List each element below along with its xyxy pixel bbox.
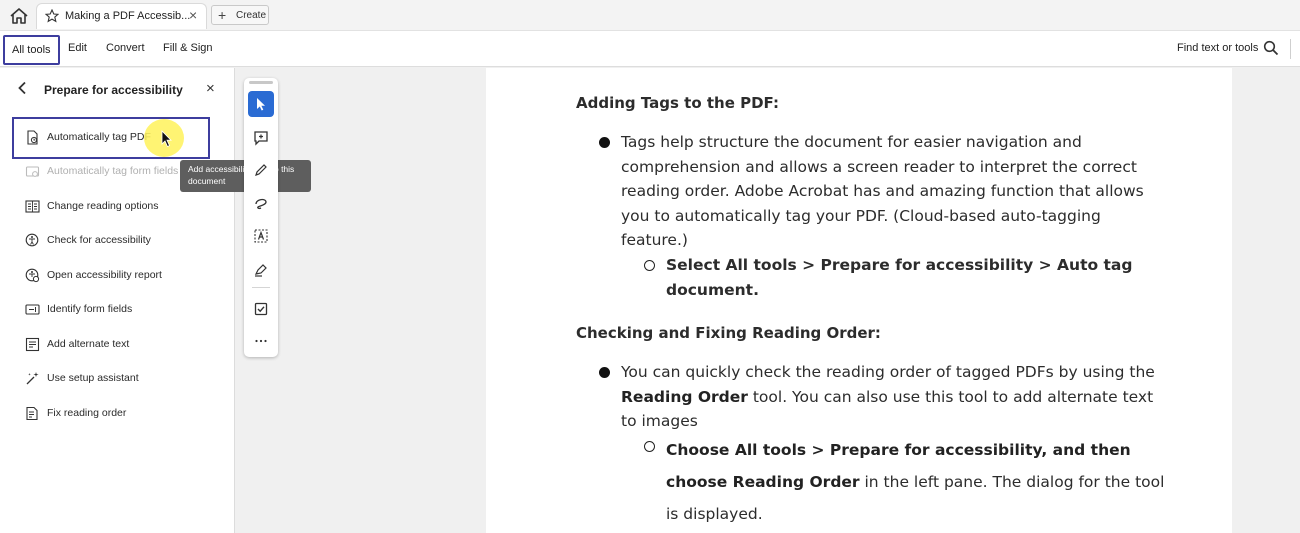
paragraph-reading-order: You can quickly check the reading order … bbox=[621, 360, 1155, 434]
panel-item-label: Add alternate text bbox=[47, 338, 130, 350]
text-select-button[interactable] bbox=[248, 223, 274, 249]
bold-text: choose Reading Order bbox=[666, 473, 860, 491]
menu-fill-sign[interactable]: Fill & Sign bbox=[163, 42, 213, 54]
paragraph-line: to images bbox=[621, 412, 698, 431]
more-tools-button[interactable] bbox=[248, 328, 274, 354]
panel-item-change-reading-options[interactable]: Change reading options bbox=[25, 198, 225, 216]
paragraph-line: you to automatically tag your PDF. (Clou… bbox=[621, 206, 1101, 225]
document-page: Adding Tags to the PDF: Tags help struct… bbox=[486, 68, 1232, 533]
document-tab[interactable]: Making a PDF Accessib... × bbox=[36, 3, 207, 29]
bold-text: Reading Order bbox=[621, 387, 748, 406]
panel-item-label: Check for accessibility bbox=[47, 234, 151, 246]
sub-paragraph-choose: Choose All tools > Prepare for accessibi… bbox=[666, 434, 1164, 530]
panel-item-use-setup-assistant[interactable]: Use setup assistant bbox=[25, 370, 225, 388]
menu-all-tools[interactable]: All tools bbox=[3, 35, 60, 65]
tab-title: Making a PDF Accessib... bbox=[65, 10, 191, 22]
highlight-tool-button[interactable] bbox=[248, 157, 274, 183]
create-label: Create bbox=[236, 10, 267, 21]
panel-item-identify-form-fields[interactable]: Identify form fields bbox=[25, 301, 225, 319]
bullet bbox=[599, 367, 610, 378]
form-fields-icon bbox=[25, 304, 40, 315]
panel-title: Prepare for accessibility bbox=[44, 83, 183, 97]
paragraph-line: You can quickly check the reading order … bbox=[621, 363, 1155, 381]
panel-item-label: Fix reading order bbox=[47, 407, 127, 419]
sub-line: Choose All tools > Prepare for accessibi… bbox=[666, 441, 1131, 459]
panel-item-open-accessibility-report[interactable]: Open accessibility report bbox=[25, 267, 225, 285]
close-panel-icon[interactable]: × bbox=[206, 80, 215, 97]
panel-item-check-accessibility[interactable]: Check for accessibility bbox=[25, 232, 225, 250]
setup-assistant-icon bbox=[26, 372, 39, 385]
create-button[interactable]: + Create bbox=[211, 5, 269, 25]
bullet bbox=[599, 137, 610, 148]
sub-line: is displayed. bbox=[666, 505, 763, 523]
sub-line: choose Reading Order in the left pane. T… bbox=[666, 466, 1164, 498]
menu-bar: All tools Edit Convert Fill & Sign Find … bbox=[0, 31, 1300, 67]
sub-paragraph-auto-tag: Select All tools > Prepare for accessibi… bbox=[666, 253, 1132, 302]
accessibility-report-icon bbox=[25, 268, 40, 283]
sub-bullet bbox=[644, 441, 655, 452]
star-icon[interactable] bbox=[44, 8, 60, 23]
text: tool. You can also use this tool to add … bbox=[747, 387, 1154, 406]
heading-reading-order: Checking and Fixing Reading Order: bbox=[576, 324, 881, 342]
checkbox-tool-button[interactable] bbox=[248, 296, 274, 322]
sub-bullet bbox=[644, 260, 655, 271]
paragraph-line: Tags help structure the document for eas… bbox=[621, 133, 1082, 151]
alt-text-icon bbox=[25, 337, 40, 352]
menu-edit[interactable]: Edit bbox=[68, 42, 87, 54]
heading-adding-tags: Adding Tags to the PDF: bbox=[576, 94, 779, 112]
add-comment-icon bbox=[254, 131, 268, 146]
highlight-icon bbox=[255, 164, 267, 176]
paragraph-line: Reading Order tool. You can also use thi… bbox=[621, 385, 1155, 410]
select-icon bbox=[257, 98, 265, 111]
draw-icon bbox=[255, 198, 267, 210]
plus-icon: + bbox=[218, 7, 227, 23]
sign-tool-button[interactable] bbox=[248, 257, 274, 283]
paragraph-line: comprehension and allows a screen reader… bbox=[621, 157, 1137, 176]
text: in the left pane. The dialog for the too… bbox=[859, 473, 1165, 491]
find-label[interactable]: Find text or tools bbox=[1177, 42, 1258, 54]
reading-options-icon bbox=[25, 200, 40, 213]
paragraph-line: reading order. Adobe Acrobat has and ama… bbox=[621, 182, 1144, 201]
panel-item-fix-reading-order[interactable]: Fix reading order bbox=[25, 405, 225, 423]
reading-order-icon bbox=[26, 406, 38, 421]
toolbar-grip[interactable] bbox=[249, 81, 273, 84]
tab-bar: Making a PDF Accessib... × + Create bbox=[0, 0, 1300, 31]
mouse-cursor-icon bbox=[160, 130, 174, 148]
panel-item-label: Open accessibility report bbox=[47, 269, 162, 281]
close-tab-icon[interactable]: × bbox=[189, 7, 197, 23]
quick-tools-toolbar bbox=[244, 78, 278, 357]
select-tool-button[interactable] bbox=[248, 91, 274, 117]
home-icon[interactable] bbox=[8, 6, 30, 26]
panel-item-label: Automatically tag form fields bbox=[47, 165, 179, 177]
panel-item-label: Identify form fields bbox=[47, 303, 133, 315]
checkbox-icon bbox=[254, 302, 268, 316]
check-accessibility-icon bbox=[25, 233, 39, 247]
panel-item-label: Use setup assistant bbox=[47, 372, 139, 384]
toolbar-separator bbox=[252, 287, 270, 288]
add-comment-button[interactable] bbox=[248, 125, 274, 151]
sub-line: document. bbox=[666, 280, 759, 299]
paragraph-line: feature.) bbox=[621, 231, 688, 250]
sign-icon bbox=[254, 264, 267, 277]
panel-item-add-alternate-text[interactable]: Add alternate text bbox=[25, 336, 225, 354]
paragraph-tags: Tags help structure the document for eas… bbox=[621, 130, 1144, 253]
text-select-icon bbox=[254, 229, 268, 243]
divider bbox=[1290, 39, 1291, 59]
draw-tool-button[interactable] bbox=[248, 190, 274, 216]
menu-convert[interactable]: Convert bbox=[106, 42, 145, 54]
auto-tag-form-icon bbox=[25, 166, 40, 177]
sub-line: Select All tools > Prepare for accessibi… bbox=[666, 256, 1133, 274]
search-icon[interactable] bbox=[1263, 40, 1279, 56]
back-arrow-icon[interactable] bbox=[16, 81, 30, 95]
more-icon bbox=[255, 339, 267, 343]
panel-item-label: Change reading options bbox=[47, 200, 159, 212]
